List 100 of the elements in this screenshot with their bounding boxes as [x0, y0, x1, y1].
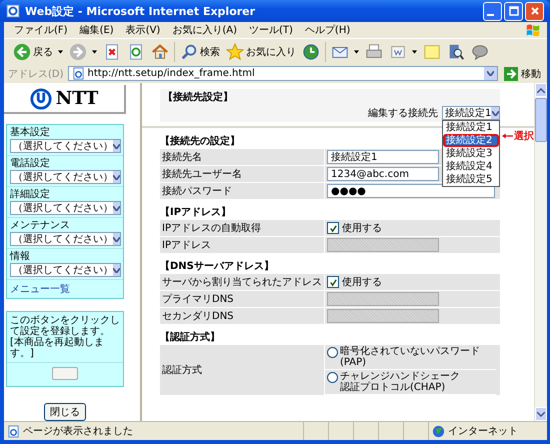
- checkbox-label: 使用する: [342, 276, 382, 289]
- menu-dropdown[interactable]: （選択してください）: [10, 232, 121, 246]
- note-icon: [423, 43, 441, 61]
- book-search-icon: [447, 43, 465, 61]
- section-title: 【DNSサーバアドレス】: [160, 260, 274, 273]
- menu-label: 基本設定: [10, 127, 51, 139]
- go-button[interactable]: 移動: [502, 66, 543, 80]
- caret-icon: [113, 206, 120, 210]
- edit-label: 編集する接続先: [368, 106, 438, 120]
- check-icon: [328, 278, 338, 286]
- label-cell: IPアドレスの自動取得: [160, 220, 324, 236]
- scroll-up-button[interactable]: [535, 83, 547, 97]
- radio-label: チャレンジハンドシェーク: [340, 371, 460, 382]
- address-label: アドレス(D): [8, 68, 64, 80]
- arrow-icon: [502, 133, 513, 139]
- label-cell: 接続パスワード: [160, 183, 324, 199]
- notice-text: このボタンをクリックして設定を登録します。[本商品を再起動します。]: [7, 312, 123, 363]
- close-button[interactable]: [525, 2, 544, 20]
- callout-text: 選択: [514, 130, 534, 143]
- back-button[interactable]: 戻る: [10, 43, 66, 61]
- checkbox-label: 使用する: [342, 222, 382, 235]
- dropdown-option[interactable]: 接続設定2: [443, 134, 499, 147]
- menu-label: 電話設定: [10, 158, 51, 170]
- menu-dropdown[interactable]: （選択してください）: [10, 170, 121, 184]
- maximize-icon: [508, 6, 518, 16]
- dropdown-option[interactable]: 接続設定3: [443, 147, 499, 160]
- radio-button[interactable]: [327, 372, 338, 383]
- minimize-icon: [487, 14, 494, 16]
- caret-icon: [113, 144, 120, 148]
- maximize-button[interactable]: [504, 2, 523, 20]
- menu-label: 情報: [10, 251, 31, 263]
- section-title: 【接続先設定】: [163, 91, 234, 104]
- zone-text: インターネット: [448, 425, 518, 438]
- scroll-thumb[interactable]: [535, 98, 547, 142]
- minimize-button[interactable]: [483, 2, 502, 20]
- radio-button[interactable]: [327, 347, 338, 358]
- checkbox[interactable]: [327, 222, 339, 234]
- menu-list-link[interactable]: メニュー一覧: [7, 280, 73, 298]
- caret-icon: [113, 174, 120, 180]
- menu-label: 詳細設定: [10, 189, 51, 201]
- input-field[interactable]: 1234@abc.com: [327, 167, 439, 181]
- menu-dropdown[interactable]: （選択してください）: [10, 139, 121, 153]
- radio-label: (PAP): [340, 357, 368, 368]
- label-cell: セカンダリDNS: [160, 308, 324, 324]
- menu-dropdown[interactable]: （選択してください）: [10, 263, 121, 277]
- menu-label: メンテナンス: [10, 220, 71, 232]
- page-icon: [72, 67, 85, 80]
- caret-icon: [113, 268, 120, 272]
- window-title: Web設定 - Microsoft Internet Explorer: [25, 4, 256, 18]
- go-arrow-icon: [504, 66, 518, 80]
- menu-item[interactable]: 表示(V): [120, 23, 166, 37]
- logo-text: NTT: [56, 88, 98, 109]
- check-icon: [328, 224, 338, 232]
- status-text: ページが表示されました: [23, 424, 134, 438]
- dropdown-option[interactable]: 接続設定4: [443, 160, 499, 173]
- menu-dropdown[interactable]: （選択してください）: [10, 201, 121, 215]
- clock-icon: [302, 43, 320, 61]
- input-field[interactable]: ●●●●: [327, 184, 495, 198]
- connection-dropdown[interactable]: 接続設定1: [442, 106, 500, 120]
- refresh-icon: [127, 43, 145, 61]
- close-page-button[interactable]: 閉じる: [44, 403, 86, 421]
- stop-icon: [103, 43, 121, 61]
- windows-flag-icon: [525, 23, 541, 37]
- section-title: 【接続先の設定】: [160, 135, 240, 148]
- menu-item[interactable]: 編集(E): [74, 23, 120, 37]
- scrollbar[interactable]: [534, 83, 547, 421]
- scroll-down-button[interactable]: [535, 407, 547, 421]
- address-field[interactable]: http://ntt.setup/index_frame.html: [68, 66, 498, 81]
- section-title: 【認証方式】: [160, 331, 220, 344]
- label-cell: サーバから割り当てられたアドレス: [160, 274, 324, 290]
- label-cell: IPアドレス: [160, 237, 324, 253]
- logo-icon: [30, 88, 52, 110]
- search-button[interactable]: 検索: [177, 43, 223, 61]
- caret-icon: [113, 236, 120, 242]
- menu-item[interactable]: ツール(T): [243, 23, 299, 37]
- document-icon: [389, 43, 407, 61]
- radio-label: 認証プロトコル(CHAP): [340, 382, 446, 393]
- page-icon: [7, 424, 20, 438]
- globe-icon: [432, 424, 445, 438]
- dropdown-button[interactable]: [484, 67, 497, 80]
- dropdown-option[interactable]: 接続設定5: [443, 173, 499, 186]
- favorites-button[interactable]: お気に入り: [223, 43, 299, 61]
- label-cell: 認証方式: [160, 345, 324, 395]
- input-field[interactable]: 接続設定1: [327, 150, 439, 164]
- menu-item[interactable]: ヘルプ(H): [298, 23, 356, 37]
- back-icon: [13, 43, 31, 61]
- checkbox[interactable]: [327, 276, 339, 288]
- menu-item[interactable]: ファイル(F): [8, 23, 74, 37]
- label-cell: 接続先名: [160, 149, 324, 165]
- star-icon: [226, 43, 244, 61]
- browser-icon: [6, 4, 20, 18]
- speech-bubble-icon: [471, 43, 489, 61]
- label-cell: プライマリDNS: [160, 291, 324, 307]
- menu-item[interactable]: お気に入り(A): [166, 23, 243, 37]
- forward-icon: [69, 43, 87, 61]
- home-icon: [151, 43, 169, 61]
- close-icon: [530, 6, 540, 16]
- dropdown-option[interactable]: 接続設定1: [443, 121, 499, 134]
- caret-icon: [492, 110, 499, 116]
- caret-icon: [487, 71, 494, 76]
